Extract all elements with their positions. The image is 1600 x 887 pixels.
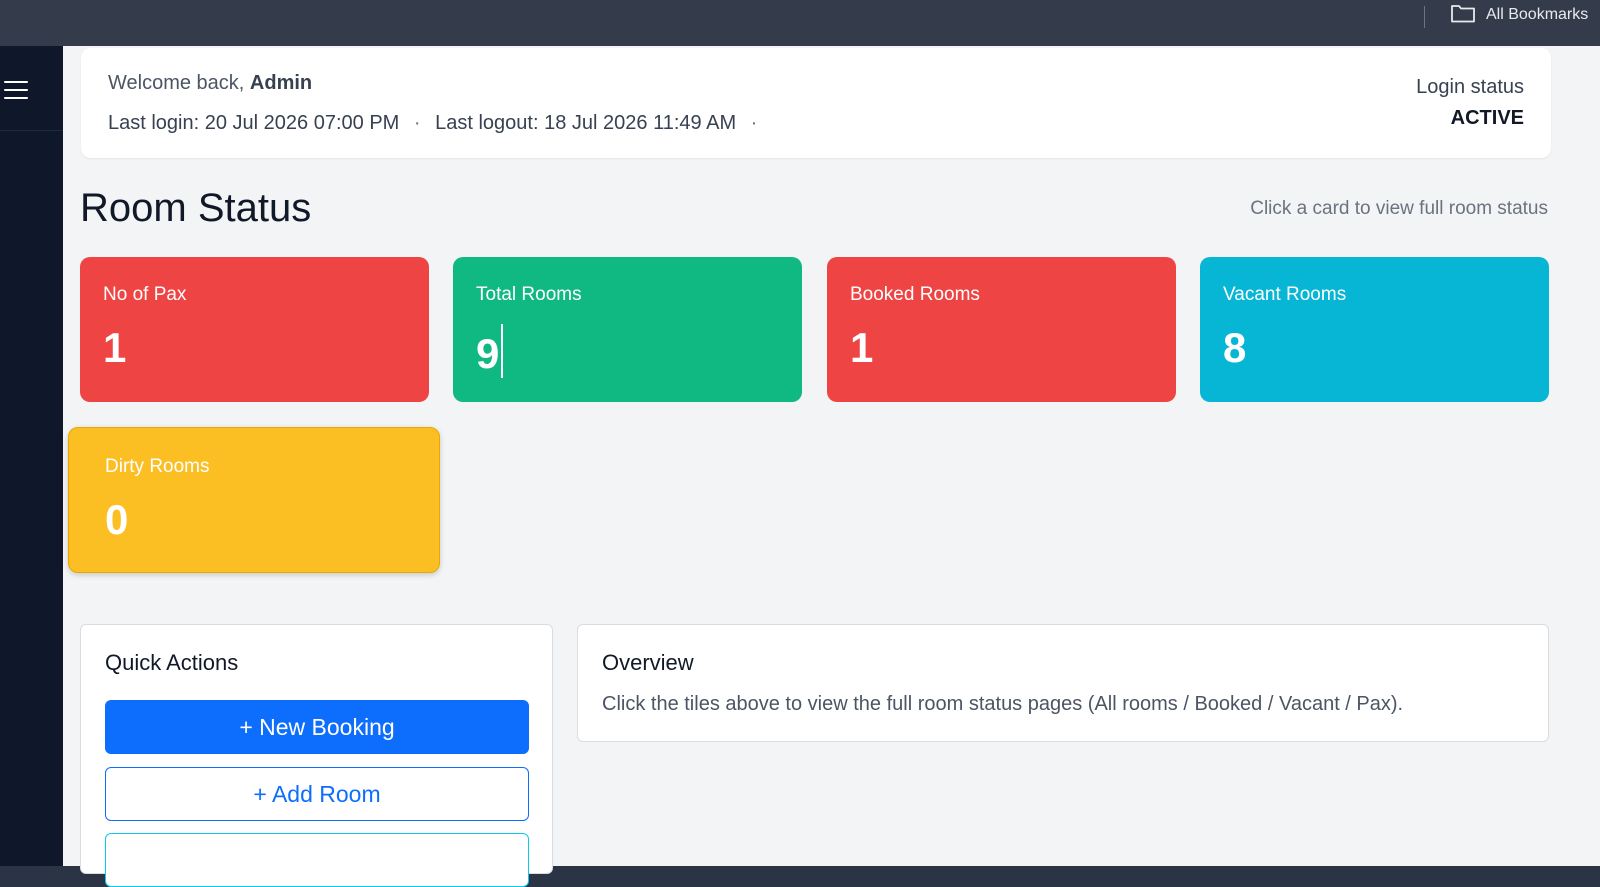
sidebar bbox=[0, 46, 63, 866]
bookmarks-bar: All Bookmarks bbox=[0, 0, 1600, 46]
sidebar-divider bbox=[0, 130, 63, 131]
quick-actions-title: Quick Actions bbox=[105, 650, 239, 675]
vacant-rooms-card[interactable]: Vacant Rooms 8 bbox=[1200, 257, 1549, 402]
menu-icon[interactable] bbox=[4, 78, 28, 102]
all-bookmarks-label: All Bookmarks bbox=[1486, 6, 1589, 23]
total-rooms-card-value-wrap: 9 bbox=[476, 324, 504, 378]
vacant-rooms-card-value: 8 bbox=[1223, 324, 1247, 371]
welcome-message: Welcome back, Admin bbox=[108, 72, 312, 95]
last-login-label: Last login: bbox=[108, 112, 200, 134]
login-status-value: ACTIVE bbox=[1450, 107, 1524, 129]
all-bookmarks-button[interactable]: All Bookmarks bbox=[1450, 4, 1588, 26]
text-cursor bbox=[501, 324, 504, 378]
folder-icon bbox=[1450, 3, 1476, 28]
overview-text: Click the tiles above to view the full r… bbox=[602, 693, 1404, 715]
dirty-rooms-card[interactable]: Dirty Rooms 0 bbox=[68, 427, 440, 573]
new-booking-button[interactable]: + New Booking bbox=[105, 700, 529, 754]
booked-rooms-card[interactable]: Booked Rooms 1 bbox=[827, 257, 1176, 402]
page-title: Room Status bbox=[80, 186, 312, 230]
booked-rooms-card-value: 1 bbox=[850, 324, 874, 371]
total-rooms-card[interactable]: Total Rooms 9 bbox=[453, 257, 802, 402]
welcome-user: Admin bbox=[249, 72, 313, 94]
add-room-button[interactable]: + Add Room bbox=[105, 767, 529, 821]
last-login-value: 20 Jul 2026 07:00 PM bbox=[204, 112, 400, 134]
total-rooms-card-label: Total Rooms bbox=[476, 284, 582, 305]
total-rooms-card-value: 9 bbox=[476, 330, 500, 377]
last-logout-value: 18 Jul 2026 11:49 AM bbox=[544, 112, 737, 134]
last-logout-label: Last logout: bbox=[435, 112, 539, 134]
overview-title: Overview bbox=[602, 650, 694, 675]
welcome-greeting: Welcome back, bbox=[108, 72, 245, 94]
welcome-card: Welcome back, Admin Last login: 20 Jul 2… bbox=[81, 48, 1551, 158]
vacant-rooms-card-label: Vacant Rooms bbox=[1223, 284, 1347, 305]
login-status-label: Login status bbox=[1416, 76, 1524, 98]
dirty-rooms-card-value: 0 bbox=[105, 496, 129, 543]
bookmarks-divider bbox=[1424, 6, 1425, 28]
pax-card-value: 1 bbox=[103, 324, 127, 371]
separator-dot: · bbox=[413, 112, 421, 134]
quick-action-button[interactable] bbox=[105, 833, 529, 887]
login-history: Last login: 20 Jul 2026 07:00 PM · Last … bbox=[108, 112, 766, 135]
pax-card-label: No of Pax bbox=[103, 284, 187, 305]
separator-dot: · bbox=[750, 112, 758, 134]
pax-card[interactable]: No of Pax 1 bbox=[80, 257, 429, 402]
quick-actions-panel: Quick Actions + New Booking + Add Room bbox=[80, 624, 553, 887]
booked-rooms-card-label: Booked Rooms bbox=[850, 284, 980, 305]
cards-hint: Click a card to view full room status bbox=[1250, 198, 1548, 219]
main-content: Welcome back, Admin Last login: 20 Jul 2… bbox=[63, 46, 1600, 887]
overview-panel: Overview Click the tiles above to view t… bbox=[577, 624, 1549, 742]
dirty-rooms-card-label: Dirty Rooms bbox=[105, 456, 210, 477]
